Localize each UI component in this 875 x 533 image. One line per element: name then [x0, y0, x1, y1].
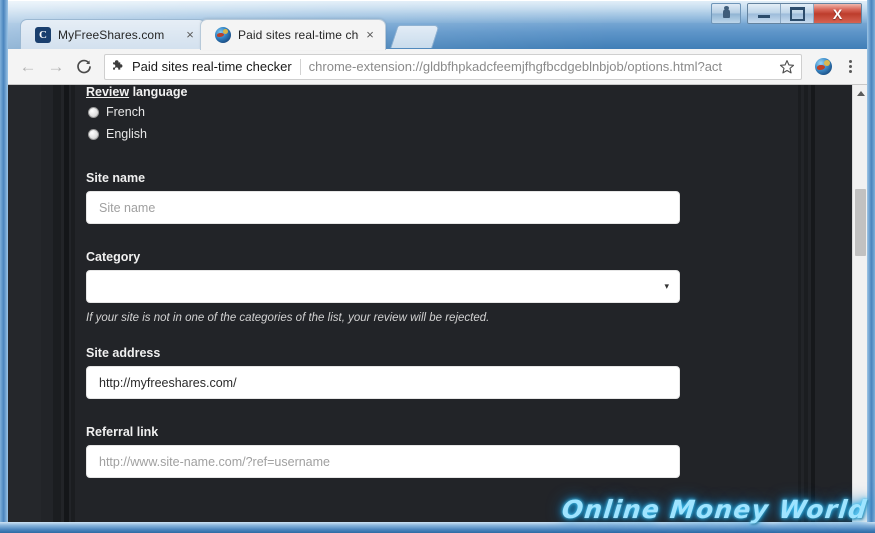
globe-icon [814, 58, 832, 75]
user-icon [722, 6, 730, 18]
extension-toolbar-button[interactable] [810, 54, 836, 80]
tab-strip: C MyFreeShares.com × Paid sites real-tim… [20, 18, 440, 50]
puzzle-piece-icon [111, 59, 126, 74]
site-address-fieldset: Site address http://myfreeshares.com/ [86, 346, 706, 399]
chrome-menu-button[interactable] [839, 54, 861, 80]
page-divider-line [798, 85, 801, 522]
address-bar[interactable]: Paid sites real-time checker chrome-exte… [104, 53, 802, 80]
review-language-fieldset: Review language French English [86, 85, 706, 145]
category-hint-text: If your site is not in one of the catego… [86, 312, 490, 324]
tab-title: MyFreeShares.com [58, 28, 165, 42]
user-profile-button[interactable] [711, 3, 741, 24]
globe-icon [215, 27, 231, 43]
referral-link-input[interactable]: http://www.site-name.com/?ref=username [86, 445, 680, 478]
browser-window-screenshot: X C MyFreeShares.com × Paid sites real-t… [0, 0, 875, 533]
page-scrollbar[interactable] [852, 85, 867, 522]
page-divider-line [64, 85, 69, 522]
extension-name-label: Paid sites real-time checker [132, 59, 292, 74]
category-select[interactable]: ▾ [86, 270, 680, 303]
category-label: Category [86, 250, 141, 264]
back-button[interactable]: ← [14, 53, 42, 81]
menu-dot-icon [848, 65, 852, 68]
close-icon: X [832, 5, 843, 22]
page-divider-line [53, 85, 61, 522]
site-name-label: Site name [86, 171, 146, 185]
minimize-icon [758, 15, 770, 18]
tab-close-icon[interactable]: × [183, 28, 197, 42]
forward-button[interactable]: → [42, 53, 70, 81]
maximize-icon [789, 6, 805, 21]
scrollbar-thumb[interactable] [855, 189, 866, 256]
referral-link-fieldset: Referral link http://www.site-name.com/?… [86, 425, 706, 478]
page-left-panel [8, 85, 41, 522]
radio-label: English [106, 127, 147, 141]
reload-button[interactable] [70, 53, 98, 81]
letter-c-icon: C [35, 27, 51, 43]
tab-paid-sites-checker[interactable]: Paid sites real-time check × [200, 19, 386, 50]
page-divider-line [804, 85, 808, 522]
bookmark-star-icon[interactable] [779, 59, 795, 75]
radio-option-english[interactable]: English [88, 123, 706, 145]
radio-option-french[interactable]: French [88, 101, 706, 123]
submit-review-form: Review language French English Site name… [86, 85, 706, 478]
radio-button-icon[interactable] [88, 128, 99, 140]
tab-myfreeshares[interactable]: C MyFreeShares.com × [20, 19, 206, 50]
radio-label: French [106, 105, 145, 119]
scrollbar-up-button[interactable] [853, 85, 867, 101]
watermark: Online Money World [560, 495, 869, 524]
site-address-label: Site address [86, 346, 161, 360]
review-language-legend-underlined: Review [86, 85, 130, 99]
category-fieldset: Category ▾ If your site is not in one of… [86, 250, 706, 324]
omnibox-separator [299, 58, 301, 75]
url-text: chrome-extension://gldbfhpkadcfeemjfhgfb… [308, 59, 723, 74]
site-address-input[interactable]: http://myfreeshares.com/ [86, 366, 680, 399]
browser-toolbar: ← → Paid sites real-time checker chrome-… [8, 49, 867, 85]
maximize-button[interactable] [781, 4, 814, 23]
site-name-input[interactable]: Site name [86, 191, 680, 224]
page-divider-line [811, 85, 815, 522]
tab-title: Paid sites real-time check [238, 28, 359, 42]
window-controls: X [711, 3, 862, 24]
page-viewport: Review language French English Site name… [8, 85, 867, 522]
close-button[interactable]: X [814, 4, 861, 23]
window-right-edge [867, 0, 875, 533]
minimize-button[interactable] [748, 4, 781, 23]
reload-icon [77, 59, 91, 73]
review-language-legend-rest: language [129, 85, 188, 99]
chevron-down-icon: ▾ [664, 281, 669, 291]
review-language-legend: Review language [86, 85, 706, 99]
tab-close-icon[interactable]: × [363, 28, 377, 42]
radio-button-icon[interactable] [88, 106, 99, 118]
referral-link-label: Referral link [86, 425, 159, 439]
new-tab-button[interactable] [390, 25, 440, 48]
menu-dot-icon [848, 70, 852, 73]
window-left-edge [0, 0, 8, 533]
window-control-group: X [747, 3, 862, 24]
menu-dot-icon [848, 60, 852, 63]
site-name-fieldset: Site name Site name [86, 171, 706, 224]
page-divider-line [71, 85, 75, 522]
chevron-up-icon [856, 90, 865, 96]
